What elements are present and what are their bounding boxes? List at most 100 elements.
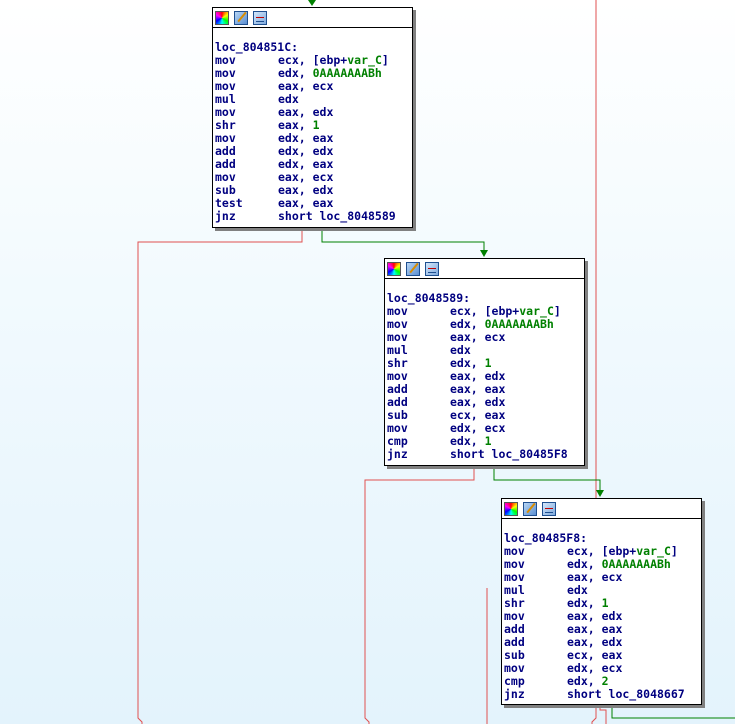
instruction-operands: edx, ecx [450,421,505,435]
operand-text: eax, eax [450,382,506,396]
instruction-operands: edx [567,583,588,597]
operand-text: eax, edx [450,395,506,409]
instruction-operands: eax, edx [450,395,505,409]
instruction-operands: eax, ecx [450,330,505,344]
instruction-operands: eax, eax [278,196,333,210]
instruction-operands: edx, edx [278,144,333,158]
color-palette-icon[interactable] [504,501,518,516]
operand-text: edx [450,343,471,357]
operand-text: edx, [567,596,602,610]
instruction-operands: edx, 1 [567,596,609,610]
operand-text: short loc_8048667 [567,687,685,701]
immediate-value[interactable]: 1 [313,118,320,132]
instruction-operands: ecx, [ebp+var_C] [450,304,561,318]
color-palette-icon[interactable] [387,261,401,276]
block-header [213,8,412,28]
instruction-operands: edx, eax [278,157,333,171]
instruction-operands: edx, 1 [450,356,492,370]
immediate-value[interactable]: 0AAAAAAABh [313,66,382,80]
instruction-operands: edx, eax [278,131,333,145]
color-palette-icon[interactable] [215,10,229,25]
instruction-operands: eax, ecx [278,79,333,93]
edge-block-1-false [137,228,303,724]
operand-text: edx, [450,356,485,370]
operand-text: ecx, [ebp+ [278,53,348,67]
stack-variable[interactable]: var_C [519,304,554,318]
stack-variable[interactable]: var_C [636,544,671,558]
operand-text: edx, edx [278,144,334,158]
rename-pencil-icon[interactable] [523,501,537,516]
instruction-line[interactable]: jnz short loc_8048667 [504,688,699,701]
rename-pencil-icon[interactable] [234,10,248,25]
operand-text: edx, [278,66,313,80]
instruction-line[interactable]: mov eax, ecx [504,571,699,584]
instruction-line[interactable]: mov eax, ecx [387,331,582,344]
code-block-loc-804851c[interactable]: loc_804851C: mov ecx, [ebp+var_C] mov edx, … [212,7,413,228]
instruction-operands: ecx, [ebp+var_C] [278,53,389,67]
instruction-operands: eax, ecx [278,170,333,184]
operand-text: ] [553,304,561,318]
immediate-value[interactable]: 0AAAAAAABh [485,317,554,331]
code-block-loc-80485f8[interactable]: loc_80485F8: mov ecx, [ebp+var_C] mov edx, … [501,498,702,705]
immediate-value[interactable]: 1 [602,596,609,610]
immediate-value[interactable]: 0AAAAAAABh [602,557,671,571]
operand-text: edx, [567,557,602,571]
graph-overview-icon[interactable] [253,10,267,25]
edge-block-1-true-arrow [480,250,488,257]
instruction-operands: eax, ecx [567,570,622,584]
instruction-operands: edx, 1 [450,434,492,448]
operand-text: edx, [450,434,485,448]
instruction-operands: edx, 0AAAAAAABh [567,557,671,571]
operand-text: eax, edx [278,105,334,119]
instruction-line[interactable]: jnz short loc_80485F8 [387,448,582,461]
operand-text: eax, ecx [450,330,506,344]
instruction-operands: short loc_80485F8 [450,447,568,461]
instruction-operands: edx, 2 [567,674,609,688]
operand-text: eax, [278,118,313,132]
code-block-loc-8048589[interactable]: loc_8048589: mov ecx, [ebp+var_C] mov edx, … [384,258,585,466]
instruction-line[interactable]: mov eax, ecx [215,80,410,93]
block-body: loc_80485F8: mov ecx, [ebp+var_C] mov edx, … [502,519,701,703]
instruction-operands: eax, 1 [278,118,320,132]
instruction-line[interactable]: jnz short loc_8048589 [215,210,410,223]
block-header [385,259,584,279]
immediate-value[interactable]: 1 [485,356,492,370]
operand-text: edx, ecx [450,421,506,435]
operand-text: eax, eax [278,196,334,210]
operand-text: edx [567,583,588,597]
instruction-operands: eax, edx [567,635,622,649]
edge-block-2-true [493,466,601,492]
instruction-operands: edx [278,92,299,106]
rename-pencil-icon[interactable] [406,261,420,276]
operand-text: eax, edx [567,635,623,649]
instruction-mnemonic: jnz [215,209,236,223]
operand-text: edx [278,92,299,106]
graph-overview-icon[interactable] [425,261,439,276]
block-header [502,499,701,519]
graph-overview-icon[interactable] [542,501,556,516]
instruction-operands: eax, edx [278,183,333,197]
immediate-value[interactable]: 1 [485,434,492,448]
instruction-operands: eax, eax [450,382,505,396]
immediate-value[interactable]: 2 [602,674,609,688]
operand-text: ecx, [ebp+ [567,544,637,558]
operand-text: eax, ecx [278,79,334,93]
instruction-operands: eax, edx [278,105,333,119]
instruction-operands: ecx, eax [450,408,505,422]
operand-text: edx, [450,317,485,331]
instruction-operands: edx, ecx [567,661,622,675]
operand-text: eax, eax [567,622,623,636]
edge-block-3-false [599,705,607,724]
operand-text: edx, eax [278,131,334,145]
operand-text: ecx, eax [450,408,506,422]
instruction-operands: edx [450,343,471,357]
instruction-mnemonic: jnz [387,447,408,461]
operand-text: ecx, [ebp+ [450,304,520,318]
instruction-operands: eax, edx [567,609,622,623]
block-body: loc_804851C: mov ecx, [ebp+var_C] mov edx, … [213,28,412,225]
operand-text: ] [381,53,389,67]
instruction-mnemonic: jnz [504,687,525,701]
instruction-operands: eax, eax [567,622,622,636]
stack-variable[interactable]: var_C [347,53,382,67]
operand-text: eax, edx [278,183,334,197]
